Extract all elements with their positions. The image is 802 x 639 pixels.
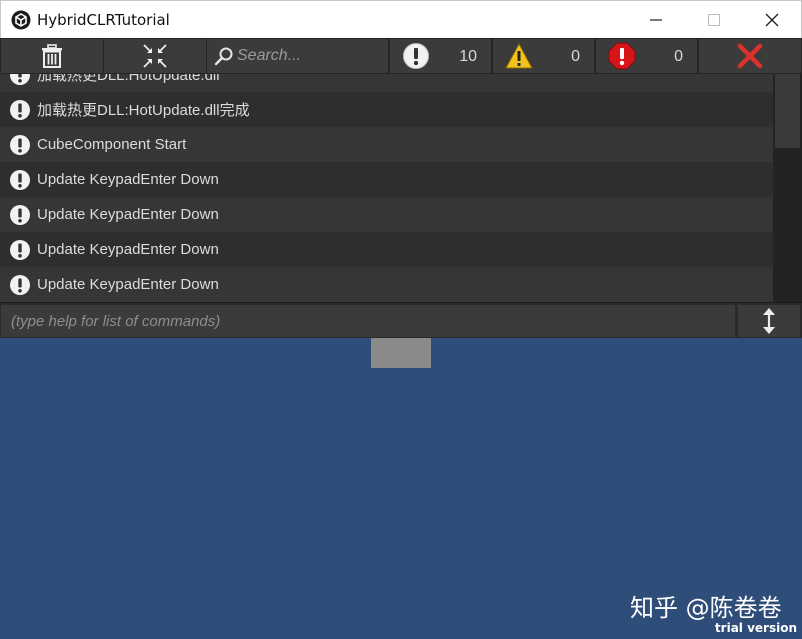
cube-object bbox=[371, 338, 431, 368]
maximize-button[interactable] bbox=[685, 1, 743, 39]
warning-filter-button[interactable]: 0 bbox=[493, 39, 594, 73]
log-row[interactable]: Update KeypadEnter Down bbox=[0, 267, 773, 302]
search-icon bbox=[214, 47, 233, 66]
log-row[interactable]: Update KeypadEnter Down bbox=[0, 197, 773, 232]
close-console-button[interactable] bbox=[699, 39, 801, 73]
minimize-button[interactable] bbox=[627, 1, 685, 39]
close-icon bbox=[765, 13, 779, 27]
maximize-icon bbox=[708, 14, 720, 26]
trash-icon bbox=[42, 44, 62, 68]
warning-icon bbox=[505, 42, 533, 69]
log-row-text: CubeComponent Start bbox=[37, 136, 187, 153]
info-icon bbox=[10, 204, 30, 225]
minimize-icon bbox=[650, 19, 662, 21]
command-input[interactable] bbox=[1, 305, 735, 337]
search-box bbox=[207, 39, 388, 73]
info-count: 10 bbox=[459, 48, 477, 65]
info-icon bbox=[10, 169, 30, 190]
clear-log-button[interactable] bbox=[1, 39, 103, 73]
log-row-text: 加载热更DLL:HotUpdate.dll bbox=[37, 74, 220, 84]
info-icon bbox=[403, 43, 429, 69]
error-count: 0 bbox=[674, 48, 683, 65]
log-row[interactable]: CubeComponent Start bbox=[0, 127, 773, 162]
log-row[interactable]: 加载热更DLL:HotUpdate.dll完成 bbox=[0, 92, 773, 127]
warning-count: 0 bbox=[571, 48, 580, 65]
close-x-icon bbox=[737, 43, 763, 69]
search-input[interactable] bbox=[237, 44, 383, 68]
collapse-button[interactable] bbox=[104, 39, 206, 73]
error-filter-button[interactable]: 0 bbox=[596, 39, 697, 73]
console-toolbar: 10 0 0 bbox=[0, 38, 802, 74]
error-icon bbox=[608, 42, 636, 70]
log-row-text: Update KeypadEnter Down bbox=[37, 206, 219, 223]
info-icon bbox=[10, 74, 30, 85]
resize-console-button[interactable] bbox=[738, 305, 800, 337]
resize-vertical-icon bbox=[763, 308, 775, 334]
window-title: HybridCLRTutorial bbox=[37, 11, 170, 29]
log-row-text: Update KeypadEnter Down bbox=[37, 276, 219, 293]
log-row[interactable]: 加载热更DLL:HotUpdate.dll bbox=[0, 74, 773, 92]
log-row-text: Update KeypadEnter Down bbox=[37, 241, 219, 258]
log-row-text: 加载热更DLL:HotUpdate.dll完成 bbox=[37, 102, 250, 119]
info-icon bbox=[10, 99, 30, 120]
info-icon bbox=[10, 274, 30, 295]
log-row[interactable]: Update KeypadEnter Down bbox=[0, 232, 773, 267]
command-bar bbox=[0, 302, 802, 338]
window-titlebar: HybridCLRTutorial bbox=[0, 0, 802, 38]
info-filter-button[interactable]: 10 bbox=[390, 39, 491, 73]
info-icon bbox=[10, 134, 30, 155]
watermark-text: 知乎 @陈卷卷 bbox=[630, 594, 782, 622]
scrollbar-thumb[interactable] bbox=[775, 74, 800, 148]
close-window-button[interactable] bbox=[743, 1, 801, 39]
log-row[interactable]: Update KeypadEnter Down bbox=[0, 162, 773, 197]
unity-logo-icon bbox=[11, 10, 31, 30]
log-list[interactable]: 加载热更DLL:HotUpdate.dll 加载热更DLL:HotUpdate.… bbox=[0, 74, 802, 302]
trial-version-label: trial version bbox=[714, 621, 797, 635]
log-scrollbar[interactable] bbox=[773, 74, 802, 302]
log-row-text: Update KeypadEnter Down bbox=[37, 171, 219, 188]
collapse-icon bbox=[143, 44, 167, 68]
info-icon bbox=[10, 239, 30, 260]
